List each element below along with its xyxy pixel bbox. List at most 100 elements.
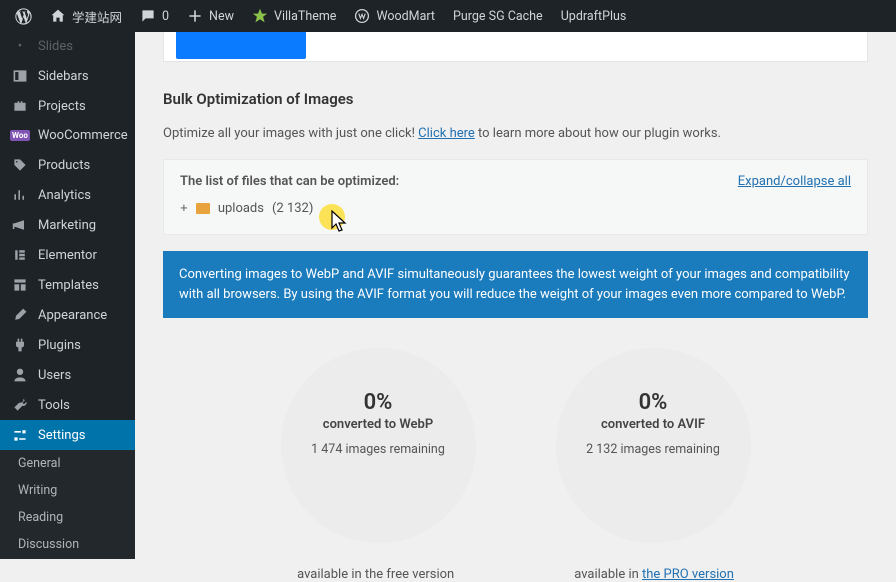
sidebar-item-templates[interactable]: Templates	[0, 270, 135, 300]
conversion-notice: Converting images to WebP and AVIF simul…	[163, 251, 868, 318]
submenu-item-general[interactable]: General	[0, 450, 135, 477]
woodmart-button[interactable]: WoodMart	[345, 0, 444, 32]
purge-cache-button[interactable]: Purge SG Cache	[444, 0, 552, 32]
description-line: Optimize all your images with just one c…	[163, 126, 868, 141]
new-button[interactable]: New	[178, 0, 243, 32]
webp-remaining: 1 474 images remaining	[311, 442, 445, 457]
sidebar-item-sidebars[interactable]: Sidebars	[0, 61, 135, 91]
dot-icon: •	[10, 39, 30, 54]
plugin-icon	[12, 337, 28, 353]
wordpress-icon	[15, 8, 32, 25]
briefcase-icon	[12, 98, 28, 114]
sidebar-item-woocommerce[interactable]: Woo WooCommerce	[0, 121, 135, 150]
admin-sidebar: •Slides Sidebars Projects Woo WooCommerce…	[0, 32, 135, 559]
sidebar-item-users[interactable]: Users	[0, 360, 135, 390]
sidebar-item-label: Templates	[38, 278, 99, 293]
sidebar-item-projects[interactable]: Projects	[0, 91, 135, 121]
sidebar-item-generic[interactable]: •Slides	[0, 32, 135, 61]
submenu-label: Reading	[18, 510, 63, 525]
webp-progress-circle: 0% converted to WebP 1 474 images remain…	[281, 348, 476, 543]
top-card	[163, 28, 868, 62]
sidebar-item-elementor[interactable]: Elementor	[0, 240, 135, 270]
avif-label: converted to AVIF	[601, 417, 705, 432]
sidebar-item-products[interactable]: Products	[0, 150, 135, 180]
progress-captions: available in the free version available …	[163, 567, 868, 582]
elementor-icon	[12, 247, 28, 263]
sidebar-item-label: Settings	[38, 428, 85, 443]
sliders-icon	[12, 427, 28, 443]
brush-icon	[12, 307, 28, 323]
avif-remaining: 2 132 images remaining	[586, 442, 720, 457]
wrench-icon	[12, 397, 28, 413]
submenu-item-writing[interactable]: Writing	[0, 477, 135, 504]
sidebar-item-settings[interactable]: Settings	[0, 420, 135, 450]
updraftplus-label: UpdraftPlus	[561, 9, 627, 24]
woo-icon: Woo	[10, 130, 30, 141]
submenu-label: Discussion	[18, 537, 79, 552]
avif-percent: 0%	[639, 390, 668, 415]
sidebar-item-appearance[interactable]: Appearance	[0, 300, 135, 330]
star-icon	[252, 8, 268, 24]
villatheme-label: VillaTheme	[274, 9, 336, 24]
sidebar-item-label: Elementor	[38, 248, 97, 263]
expand-collapse-link[interactable]: Expand/collapse all	[738, 174, 851, 189]
description-pre: Optimize all your images with just one c…	[163, 126, 418, 141]
pro-version-caption: available in the PRO version	[574, 567, 734, 582]
comments-count-label: 0	[162, 9, 169, 24]
layout-icon	[12, 68, 28, 84]
villatheme-button[interactable]: VillaTheme	[243, 0, 345, 32]
filebox-title: The list of files that can be optimized:	[180, 174, 399, 189]
primary-button[interactable]	[176, 31, 306, 59]
submenu-item-reading[interactable]: Reading	[0, 504, 135, 531]
sidebar-item-label: Analytics	[38, 188, 91, 203]
bar-chart-icon	[12, 187, 28, 203]
sidebar-item-label: Users	[38, 368, 71, 383]
folder-count: (2 132)	[272, 201, 313, 216]
woodmart-icon	[354, 8, 370, 24]
expand-icon: +	[180, 201, 188, 216]
new-label: New	[209, 9, 234, 24]
home-icon	[50, 8, 66, 24]
wp-logo-button[interactable]	[6, 0, 41, 32]
woodmart-label: WoodMart	[376, 9, 435, 24]
sidebar-item-tools[interactable]: Tools	[0, 390, 135, 420]
comments-button[interactable]: 0	[131, 0, 178, 32]
submenu-label: General	[18, 456, 61, 471]
sidebar-item-label: Plugins	[38, 338, 81, 353]
main-content: Bulk Optimization of Images Optimize all…	[135, 32, 896, 559]
sidebar-item-label: Tools	[38, 398, 70, 413]
admin-toolbar: 学建站网 0 New VillaTheme WoodMart Purge SG …	[0, 0, 896, 32]
submenu-item-discussion[interactable]: Discussion	[0, 531, 135, 558]
learn-more-link[interactable]: Click here	[418, 126, 475, 141]
templates-icon	[12, 277, 28, 293]
sidebar-item-label: WooCommerce	[38, 128, 128, 143]
folder-icon	[196, 203, 210, 214]
pro-caption-pre: available in	[574, 567, 642, 582]
site-name-label: 学建站网	[72, 7, 122, 26]
avif-progress-circle: 0% converted to AVIF 2 132 images remain…	[556, 348, 751, 543]
user-icon	[12, 367, 28, 383]
sidebar-item-plugins[interactable]: Plugins	[0, 330, 135, 360]
tag-icon	[12, 157, 28, 173]
progress-row: 0% converted to WebP 1 474 images remain…	[163, 348, 868, 543]
updraftplus-button[interactable]: UpdraftPlus	[552, 0, 636, 32]
description-post: to learn more about how our plugin works…	[475, 126, 721, 141]
submenu-label: Writing	[18, 483, 57, 498]
sidebar-item-label: Products	[38, 158, 90, 173]
sidebar-item-analytics[interactable]: Analytics	[0, 180, 135, 210]
sidebar-item-label: Sidebars	[38, 69, 89, 84]
plus-icon	[187, 8, 203, 24]
megaphone-icon	[12, 217, 28, 233]
sidebar-item-marketing[interactable]: Marketing	[0, 210, 135, 240]
folder-row[interactable]: + uploads (2 132)	[180, 201, 851, 216]
comment-icon	[140, 8, 156, 24]
page-title: Bulk Optimization of Images	[163, 90, 868, 108]
purge-label: Purge SG Cache	[453, 9, 543, 24]
webp-label: converted to WebP	[323, 417, 433, 432]
optimizable-files-box: The list of files that can be optimized:…	[163, 159, 868, 235]
folder-name: uploads	[218, 201, 264, 216]
sidebar-item-label: Projects	[38, 99, 86, 114]
free-version-caption: available in the free version	[297, 567, 454, 582]
site-home-button[interactable]: 学建站网	[41, 0, 131, 32]
pro-version-link[interactable]: the PRO version	[642, 567, 734, 582]
